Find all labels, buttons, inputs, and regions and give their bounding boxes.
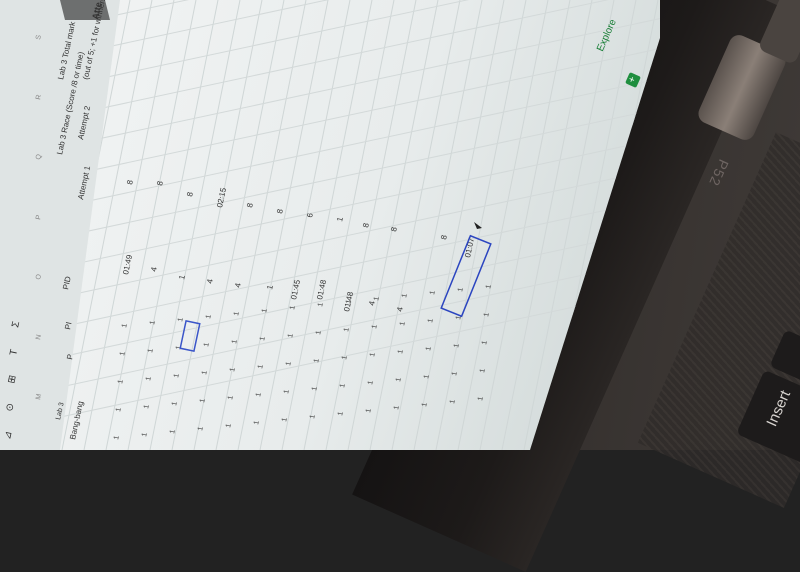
cell-value: 1 xyxy=(317,302,325,307)
cell-value: 1 xyxy=(485,284,493,289)
cell-value: 1 xyxy=(399,321,407,326)
cell-value: 1 xyxy=(253,420,261,425)
cell-value: 1 xyxy=(149,320,157,325)
cell-value: 1 xyxy=(199,398,207,403)
cell-value: 1 xyxy=(229,367,237,372)
time-cell: 01:45 xyxy=(289,278,302,300)
cell-value: 1 xyxy=(479,368,487,373)
score-cell: 8 xyxy=(125,179,135,186)
grid-line xyxy=(193,0,285,450)
grid-line xyxy=(369,0,461,450)
cell-value: 1 xyxy=(397,349,405,354)
cell-value: 1 xyxy=(257,364,265,369)
cell-value: 1 xyxy=(313,358,321,363)
cell-value: 1 xyxy=(203,342,211,347)
cell-value: 1 xyxy=(173,373,181,378)
cell-value: 1 xyxy=(143,404,151,409)
cell-value: 1 xyxy=(201,370,209,375)
cell-value: 1 xyxy=(427,318,435,323)
score-cell: 1 xyxy=(335,216,345,223)
grid-line xyxy=(149,0,241,450)
score-cell: 8 xyxy=(389,226,399,233)
cell-value: 1 xyxy=(369,352,377,357)
cell-value: 1 xyxy=(121,323,129,328)
cell-value: 1 xyxy=(261,308,269,313)
grid-line xyxy=(259,0,351,450)
score-cell: 1 xyxy=(265,284,275,291)
cell-value: 1 xyxy=(457,287,465,292)
grid-line xyxy=(303,0,395,450)
cell-value: 1 xyxy=(281,417,289,422)
time-cell: 01:48 xyxy=(342,290,355,312)
cell-value: 1 xyxy=(421,402,429,407)
cell-value: 1 xyxy=(343,327,351,332)
cell-value: 1 xyxy=(255,392,263,397)
cell-value: 1 xyxy=(339,383,347,388)
cell-value: 1 xyxy=(423,374,431,379)
cell-value: 1 xyxy=(205,314,213,319)
cell-value: 1 xyxy=(283,389,291,394)
cell-value: 1 xyxy=(451,371,459,376)
cell-value: 1 xyxy=(453,343,461,348)
cell-value: 1 xyxy=(483,312,491,317)
cell-value: 1 xyxy=(481,340,489,345)
score-cell: 8 xyxy=(245,202,255,209)
cell-value: 1 xyxy=(429,290,437,295)
cell-value: 1 xyxy=(117,379,125,384)
cell-value: 1 xyxy=(287,333,295,338)
cell-value: 1 xyxy=(197,426,205,431)
cell-value: 1 xyxy=(449,399,457,404)
cell-value: 1 xyxy=(233,311,241,316)
cell-value: 1 xyxy=(171,401,179,406)
cell-value: 1 xyxy=(285,361,293,366)
cell-value: 1 xyxy=(309,414,317,419)
grid-line xyxy=(391,0,483,450)
time-cell: 01:48 xyxy=(315,278,328,300)
cell-value: 1 xyxy=(259,336,267,341)
cell-value: 1 xyxy=(141,432,149,437)
score-cell: 8 xyxy=(439,234,449,241)
grid-line xyxy=(0,219,660,371)
cell-value: 1 xyxy=(147,348,155,353)
cell-value: 1 xyxy=(367,380,375,385)
grid-line xyxy=(0,159,660,311)
grid-line xyxy=(127,0,219,450)
grid-line xyxy=(281,0,373,450)
cell-value: 1 xyxy=(371,324,379,329)
score-cell: 4 xyxy=(205,278,215,285)
time-cell: 02:15 xyxy=(215,186,228,208)
cell-value: 1 xyxy=(175,345,183,350)
grid-line xyxy=(171,0,263,450)
cell-value: 1 xyxy=(337,411,345,416)
score-cell: 4 xyxy=(233,282,243,289)
score-cell: 4 xyxy=(395,306,405,313)
score-cell: 4 xyxy=(149,266,159,273)
cell-value: 1 xyxy=(145,376,153,381)
cell-value: 1 xyxy=(395,377,403,382)
grid-line xyxy=(413,0,505,450)
score-cell: 8 xyxy=(275,208,285,215)
score-cell: 8 xyxy=(185,191,195,198)
score-cell: 8 xyxy=(361,222,371,229)
cell-value: 1 xyxy=(401,293,409,298)
cell-value: 1 xyxy=(477,396,485,401)
cell-value: 1 xyxy=(289,305,297,310)
cell-value: 1 xyxy=(425,346,433,351)
cell-value: 1 xyxy=(113,435,121,440)
cell-value: 1 xyxy=(177,317,185,322)
cell-value: 1 xyxy=(225,423,233,428)
cell-value: 1 xyxy=(311,386,319,391)
cell-value: 1 xyxy=(115,407,123,412)
cell-value: 1 xyxy=(365,408,373,413)
cell-value: 1 xyxy=(227,395,235,400)
cell-value: 1 xyxy=(373,296,381,301)
grid-line xyxy=(237,0,329,450)
grid-line xyxy=(435,0,527,450)
cell-value: 1 xyxy=(393,405,401,410)
